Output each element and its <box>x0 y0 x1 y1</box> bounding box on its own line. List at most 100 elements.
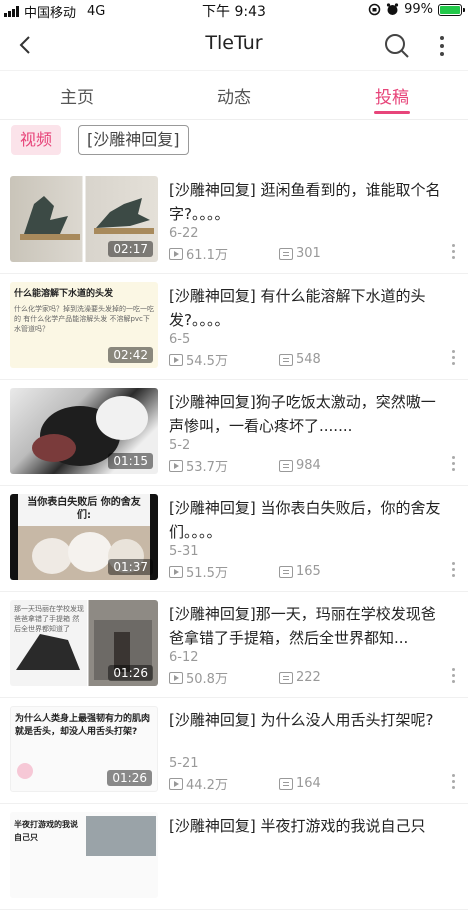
view-count: 50.8万 <box>169 668 279 687</box>
comment-count: 164 <box>279 774 321 793</box>
video-duration: 01:15 <box>108 453 153 469</box>
video-date: 6-22 <box>169 226 199 241</box>
filter-bar: 视频 [沙雕神回复] <box>0 122 468 160</box>
play-count-icon <box>169 671 183 684</box>
video-duration: 01:26 <box>107 770 152 786</box>
comment-count-value: 548 <box>296 352 321 367</box>
video-thumbnail[interactable]: 什么能溶解下水道的头发 什么化学家吗？掉到洗澡要头发掉的一吃一吃的 有什么化学产… <box>10 282 158 368</box>
video-date: 5-21 <box>169 756 199 771</box>
view-count-value: 50.8万 <box>186 672 228 687</box>
video-duration: 02:42 <box>108 347 153 363</box>
orientation-lock-icon <box>368 3 381 16</box>
view-count: 54.5万 <box>169 350 279 369</box>
comment-count-value: 301 <box>296 246 321 261</box>
video-date: 6-5 <box>169 332 191 347</box>
video-thumbnail[interactable]: 半夜打游戏的我说自己只 <box>10 812 158 898</box>
status-bar: 中国移动 4G 下午 9:43 99% <box>0 0 468 21</box>
video-item[interactable]: 半夜打游戏的我说自己只 [沙雕神回复] 半夜打游戏的我说自己只 <box>0 804 468 910</box>
filter-chip-tag[interactable]: [沙雕神回复] <box>78 125 189 155</box>
view-count: 61.1万 <box>169 244 279 263</box>
video-stats: 54.5万 548 <box>169 350 321 369</box>
tab-home[interactable]: 主页 <box>60 83 94 108</box>
video-item[interactable]: 那一天玛丽在学校发现爸爸拿错了手提箱 然后全世界都知道了 01:26 [沙雕神回… <box>0 592 468 698</box>
video-item[interactable]: 什么能溶解下水道的头发 什么化学家吗？掉到洗澡要头发掉的一吃一吃的 有什么化学产… <box>0 274 468 380</box>
item-more-icon[interactable] <box>450 774 456 792</box>
comment-count-value: 222 <box>296 670 321 685</box>
video-title[interactable]: [沙雕神回复] 为什么没人用舌头打架呢? <box>169 708 445 732</box>
view-count: 44.2万 <box>169 774 279 793</box>
video-title[interactable]: [沙雕神回复]狗子吃饭太激动，突然嗷一声惨叫，一看心疼坏了....... <box>169 390 445 438</box>
battery-icon <box>438 3 465 16</box>
comment-count-icon <box>279 565 293 578</box>
comment-count: 222 <box>279 668 321 687</box>
alarm-icon <box>386 3 399 15</box>
comment-count: 548 <box>279 350 321 369</box>
thumbnail-subtext: 什么化学家吗？掉到洗澡要头发掉的一吃一吃的 有什么化学产品能溶解头发 不溶解pv… <box>14 305 154 333</box>
view-count: 51.5万 <box>169 562 279 581</box>
comment-count-icon <box>279 459 293 472</box>
play-count-icon <box>169 777 183 790</box>
video-thumbnail[interactable]: 01:15 <box>10 388 158 474</box>
thumbnail-caption: 为什么人类身上最强韧有力的肌肉就是舌头，却没人用舌头打架? <box>15 714 151 737</box>
video-stats: 44.2万 164 <box>169 774 321 793</box>
comment-count-icon <box>279 777 293 790</box>
comment-count-value: 984 <box>296 458 321 473</box>
view-count-value: 51.5万 <box>186 566 228 581</box>
video-thumbnail[interactable]: 02:17 <box>10 176 158 262</box>
thumbnail-caption: 半夜打游戏的我说自己只 <box>14 820 78 842</box>
video-title[interactable]: [沙雕神回复] 逛闲鱼看到的，谁能取个名字?。。。。 <box>169 178 445 226</box>
video-item[interactable]: 01:15 [沙雕神回复]狗子吃饭太激动，突然嗷一声惨叫，一看心疼坏了.....… <box>0 380 468 486</box>
video-title[interactable]: [沙雕神回复] 有什么能溶解下水道的头发?。。。。 <box>169 284 445 332</box>
tab-feed[interactable]: 动态 <box>217 83 251 108</box>
play-count-icon <box>169 565 183 578</box>
thumbnail-caption: 什么能溶解下水道的头发 <box>14 289 114 299</box>
comment-count-icon <box>279 247 293 260</box>
comment-count-icon <box>279 353 293 366</box>
video-date: 6-12 <box>169 650 199 665</box>
view-count-value: 53.7万 <box>186 460 228 475</box>
video-duration: 02:17 <box>108 241 153 257</box>
video-list: 02:17 [沙雕神回复] 逛闲鱼看到的，谁能取个名字?。。。。 6-22 61… <box>0 168 468 910</box>
app-header: TleTur <box>0 22 468 68</box>
video-title[interactable]: [沙雕神回复] 当你表白失败后，你的舍友们。。。。 <box>169 496 445 544</box>
status-right: 99% <box>368 2 465 17</box>
video-stats: 51.5万 165 <box>169 562 321 581</box>
video-item[interactable]: 02:17 [沙雕神回复] 逛闲鱼看到的，谁能取个名字?。。。。 6-22 61… <box>0 168 468 274</box>
filter-chip-video[interactable]: 视频 <box>11 125 62 155</box>
comment-count-value: 165 <box>296 564 321 579</box>
video-thumbnail[interactable]: 为什么人类身上最强韧有力的肌肉就是舌头，却没人用舌头打架? 01:26 <box>10 706 158 792</box>
video-title[interactable]: [沙雕神回复] 半夜打游戏的我说自己只 <box>169 814 445 838</box>
tab-submissions[interactable]: 投稿 <box>375 83 409 108</box>
video-item[interactable]: 为什么人类身上最强韧有力的肌肉就是舌头，却没人用舌头打架? 01:26 [沙雕神… <box>0 698 468 804</box>
video-duration: 01:37 <box>108 559 153 575</box>
active-tab-indicator <box>374 111 410 114</box>
item-more-icon[interactable] <box>450 668 456 686</box>
view-count-value: 44.2万 <box>186 778 228 793</box>
battery-percent: 99% <box>404 2 433 17</box>
play-count-icon <box>169 247 183 260</box>
view-count: 53.7万 <box>169 456 279 475</box>
video-stats: 61.1万 301 <box>169 244 321 263</box>
profile-tabs: 主页 动态 投稿 <box>0 70 468 120</box>
video-stats: 50.8万 222 <box>169 668 321 687</box>
avatar <box>17 763 33 779</box>
item-more-icon[interactable] <box>450 562 456 580</box>
search-icon[interactable] <box>383 32 411 60</box>
video-item[interactable]: 当你表白失败后 你的舍友们: 01:37 [沙雕神回复] 当你表白失败后，你的舍… <box>0 486 468 592</box>
video-title[interactable]: [沙雕神回复]那一天，玛丽在学校发现爸爸拿错了手提箱，然后全世界都知... <box>169 602 445 650</box>
comment-count: 165 <box>279 562 321 581</box>
video-stats: 53.7万 984 <box>169 456 321 475</box>
video-duration: 01:26 <box>108 665 153 681</box>
item-more-icon[interactable] <box>450 456 456 474</box>
item-more-icon[interactable] <box>450 350 456 368</box>
video-thumbnail[interactable]: 当你表白失败后 你的舍友们: 01:37 <box>10 494 158 580</box>
item-more-icon[interactable] <box>450 244 456 262</box>
comment-count: 301 <box>279 244 321 263</box>
more-vertical-icon[interactable] <box>432 34 452 58</box>
comment-count-icon <box>279 671 293 684</box>
video-thumbnail[interactable]: 那一天玛丽在学校发现爸爸拿错了手提箱 然后全世界都知道了 01:26 <box>10 600 158 686</box>
video-date: 5-31 <box>169 544 199 559</box>
view-count-value: 54.5万 <box>186 354 228 369</box>
play-count-icon <box>169 353 183 366</box>
video-date: 5-2 <box>169 438 191 453</box>
